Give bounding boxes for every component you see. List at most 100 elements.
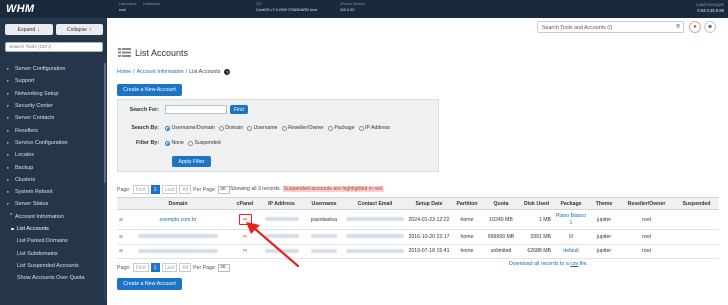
radio-domain[interactable]: Domain [218, 125, 244, 131]
user-menu-icon[interactable]: ☻ [704, 21, 716, 33]
domain-link[interactable]: exemplo.com.br [160, 217, 197, 223]
current-page-button[interactable]: 1 [150, 263, 160, 272]
search-icon[interactable]: ⚲ [676, 24, 680, 30]
radio-dot [165, 125, 170, 131]
radio-reseller-owner[interactable]: Reseller/Owner [281, 125, 324, 131]
find-button[interactable]: Find [230, 105, 248, 114]
last-page-button[interactable]: Last [161, 263, 178, 272]
radio-username[interactable]: Username [247, 125, 278, 131]
sidebar-subitem-list-parked-domains[interactable]: List Parked Domains [0, 235, 107, 247]
sidebar-item-account-information[interactable]: ▸ Account Information [0, 211, 107, 223]
sidebar-subitem-show-accounts-over-quota[interactable]: Show Accounts Over Quota [0, 272, 107, 284]
partition-cell: home [452, 209, 482, 230]
column-header-package[interactable]: Package [553, 197, 589, 210]
cpanel-icon[interactable]: ∞ [238, 214, 252, 225]
row-expand-toggle[interactable]: ⊞ [117, 229, 125, 245]
per-page-input[interactable]: 30 [218, 263, 231, 272]
sidebar-item-clusters[interactable]: ▸ Clusters [0, 174, 107, 186]
scrollbar-thumb[interactable] [104, 63, 106, 183]
first-page-button[interactable]: First [132, 263, 149, 272]
breadcrumb-account-information[interactable]: Account Information [137, 69, 184, 75]
cpanel-icon[interactable]: ∞ [240, 233, 250, 241]
radio-ip-address[interactable]: IP Address [358, 125, 390, 131]
per-page-input[interactable]: 30 [218, 185, 231, 194]
column-header-partition[interactable]: Partition [452, 197, 482, 210]
sidebar-subitem-list-suspended-accounts[interactable]: List Suspended Accounts [0, 260, 107, 272]
radio-label: Domain [225, 125, 244, 131]
radio-dot [358, 125, 364, 131]
load-averages[interactable]: Load Averages 0.04 0.36 0.65 [696, 2, 724, 14]
radio-none[interactable]: None [165, 140, 184, 146]
search-for-input[interactable] [165, 105, 227, 114]
package-link[interactable]: default [563, 248, 579, 254]
sidebar-item-server-contacts[interactable]: ▸ Server Contacts [0, 112, 107, 124]
column-header-contact-email[interactable]: Contact Email [344, 197, 406, 210]
sidebar-item-locales[interactable]: ▸ Locales [0, 149, 107, 161]
column-header-domain[interactable]: Domain [125, 197, 231, 210]
collapse-button[interactable]: Collapse ↑ [55, 24, 103, 35]
package-link[interactable]: M [569, 234, 573, 240]
column-header-setup-date[interactable]: Setup Date [406, 197, 452, 210]
chevron-right-icon: ▸ [7, 139, 10, 145]
radio-dot [218, 125, 224, 131]
theme-cell: jupiter [589, 229, 619, 245]
row-expand-toggle[interactable]: ⊞ [117, 209, 125, 230]
column-header-username[interactable]: Username [304, 197, 344, 210]
plus-icon[interactable]: ⊞ [119, 234, 123, 239]
all-pages-button[interactable]: All [179, 263, 192, 272]
chevron-down-icon: ▸ [9, 212, 14, 215]
sidebar-item-networking-setup[interactable]: ▸ Networking Setup [0, 88, 107, 100]
sidebar-subitem-list-accounts[interactable]: List Accounts [0, 223, 107, 235]
sidebar-item-server-status[interactable]: ▸ Server Status [0, 198, 107, 210]
global-search-input[interactable]: Search Tools and Accounts (/) ⚲ [537, 21, 684, 33]
column-header-disk-used[interactable]: Disk Used [520, 197, 553, 210]
table-row[interactable]: ⊞ exemplo.com.br ∞ joaodasilva 2024-01-2… [117, 209, 719, 230]
cpanel-cell: ∞ [231, 229, 259, 245]
column-header-theme[interactable]: Theme [589, 197, 619, 210]
column-header-quota[interactable]: Quota [482, 197, 520, 210]
sidebar-item-backup[interactable]: ▸ Backup [0, 161, 107, 173]
breadcrumb-home[interactable]: Home [117, 69, 131, 75]
whm-logo[interactable]: WHM [6, 3, 34, 15]
sidebar-item-label: Service Configuration [15, 139, 68, 146]
last-page-button[interactable]: Last [161, 185, 178, 194]
radio-username-domain[interactable]: Username/Domain [165, 125, 215, 131]
row-expand-toggle[interactable]: ⊞ [117, 244, 125, 259]
sidebar-item-resellers[interactable]: ▸ Resellers [0, 124, 107, 136]
table-row[interactable]: ⊞ ∞ 2019-07-18 15:41 home unlimited 6268… [117, 244, 719, 259]
sidebar-item-security-center[interactable]: ▸ Security Center [0, 100, 107, 112]
column-header-suspended[interactable]: Suspended [674, 197, 719, 210]
sidebar-subitem-list-subdomains[interactable]: List Subdomains [0, 247, 107, 259]
os-info: OS CentOS v7.9.2009 STANDARD kvm [256, 2, 317, 13]
plus-icon[interactable]: ⊞ [119, 217, 123, 222]
sidebar-item-service-configuration[interactable]: ▸ Service Configuration [0, 137, 107, 149]
download-csv-link[interactable]: csv [570, 261, 578, 267]
cpanel-icon[interactable]: ∞ [240, 247, 250, 255]
apply-filter-button[interactable]: Apply Filter [172, 156, 211, 167]
notification-bell-icon[interactable]: ● [689, 21, 701, 33]
radio-suspended[interactable]: Suspended [187, 140, 221, 146]
radio-package[interactable]: Package [327, 125, 355, 131]
help-icon[interactable]: ? [224, 69, 231, 75]
column-header-reseller-owner[interactable]: Reseller/Owner [619, 197, 674, 210]
create-account-button-top[interactable]: Create a New Account [117, 84, 182, 96]
package-link[interactable]: Plano Básico 1 [556, 213, 586, 226]
column-header-ip-address[interactable]: IP Address [259, 197, 304, 210]
sidebar-item-support[interactable]: ▸ Support [0, 75, 107, 87]
current-page-button[interactable]: 1 [150, 185, 160, 194]
plus-icon[interactable]: ⊞ [119, 248, 123, 253]
version-info: cPanel Version 110.0.20 [340, 2, 365, 13]
first-page-button[interactable]: First [132, 185, 149, 194]
sidebar-item-server-configuration[interactable]: ▸ Server Configuration [0, 63, 107, 75]
sidebar-scrollbar[interactable] [104, 63, 106, 301]
create-account-button-bottom[interactable]: Create a New Account [117, 278, 182, 290]
table-row[interactable]: ⊞ ∞ 2016-10-20 22:17 home 999999 MB 3391… [117, 229, 719, 245]
per-page-label: Per Page: [193, 264, 217, 271]
sidebar-item-system-reboot[interactable]: ▸ System Reboot [0, 186, 107, 198]
expand-button[interactable]: Expand ↓ [5, 24, 53, 35]
hostname-info: Hostname [143, 2, 160, 8]
all-pages-button[interactable]: All [179, 185, 192, 194]
sidebar-search-input[interactable]: Search Tools (Ctrl /) [5, 42, 103, 52]
sidebar-item-label: Resellers [15, 127, 38, 134]
username-cell [304, 229, 344, 245]
